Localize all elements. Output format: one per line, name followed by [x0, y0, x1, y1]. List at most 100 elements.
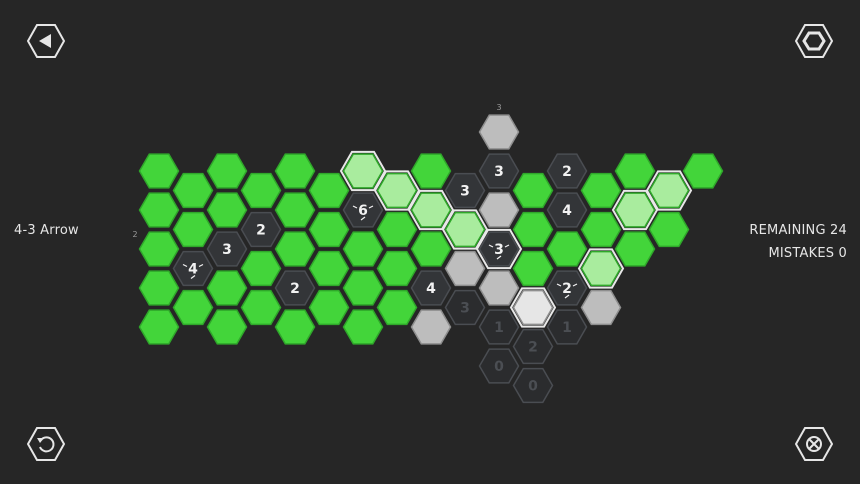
hex-cell-shape	[274, 231, 316, 267]
hex-cell[interactable]: 1	[546, 309, 588, 345]
hex-cell[interactable]: 2	[546, 153, 588, 189]
hex-cell[interactable]	[614, 231, 656, 267]
hex-cell[interactable]	[138, 309, 180, 345]
column-hint: 2	[132, 230, 137, 239]
hex-cell-shape	[172, 172, 214, 209]
hex-cell-number: 4	[426, 281, 436, 297]
hex-cell[interactable]	[580, 289, 622, 326]
hex-cell[interactable]	[410, 231, 452, 267]
hex-cell[interactable]	[172, 172, 214, 209]
hex-cell[interactable]	[376, 211, 418, 248]
hex-cell[interactable]: 3	[444, 289, 486, 326]
hex-cell[interactable]	[645, 170, 693, 211]
hex-cell-shape	[614, 153, 656, 189]
hex-cell[interactable]	[410, 309, 452, 345]
hex-cell[interactable]	[308, 289, 350, 326]
hex-cell-number: 2	[562, 164, 572, 180]
hex-cell-number: 0	[494, 359, 504, 375]
hex-cell[interactable]	[138, 153, 180, 189]
hex-cell[interactable]: 0	[478, 348, 520, 384]
hex-cell-shape	[648, 211, 690, 248]
hex-cell-shape	[274, 153, 316, 189]
hex-cell[interactable]	[342, 231, 384, 267]
hex-cell[interactable]	[577, 248, 625, 289]
hex-cell[interactable]	[206, 192, 248, 228]
hex-cell-number: 2	[528, 340, 538, 356]
hex-cell-shape	[376, 172, 418, 209]
hex-cell[interactable]	[376, 289, 418, 326]
hex-cell[interactable]	[308, 211, 350, 248]
hex-cell[interactable]	[509, 287, 557, 328]
hex-cell-shape	[240, 172, 282, 209]
hex-cell[interactable]: 2	[512, 328, 554, 365]
hex-cell[interactable]	[410, 153, 452, 189]
hex-cell-number: 0	[528, 379, 538, 395]
hex-cell[interactable]	[138, 270, 180, 306]
hex-cell[interactable]	[172, 211, 214, 248]
hex-cell[interactable]	[614, 153, 656, 189]
hex-cell[interactable]	[682, 153, 724, 189]
hex-cell[interactable]: 4	[172, 250, 214, 287]
hex-cell-shape	[410, 231, 452, 267]
hex-cell[interactable]	[308, 250, 350, 287]
hex-cell[interactable]	[444, 250, 486, 287]
hex-cell-shape	[206, 153, 248, 189]
hex-cell-number: 3	[460, 301, 470, 317]
hex-cell[interactable]	[240, 172, 282, 209]
hex-cell[interactable]: 0	[512, 367, 554, 404]
hex-cell[interactable]	[546, 231, 588, 267]
hex-cell-shape	[376, 211, 418, 248]
hex-cell[interactable]: 3	[206, 231, 248, 267]
hex-cell[interactable]	[478, 114, 520, 150]
hex-cell[interactable]	[580, 172, 622, 209]
hex-cell-shape	[444, 250, 486, 287]
hex-cell[interactable]	[648, 211, 690, 248]
hex-cell-shape	[172, 211, 214, 248]
hex-cell[interactable]: 4	[410, 270, 452, 306]
hex-cell[interactable]	[512, 172, 554, 209]
hex-cell[interactable]	[240, 250, 282, 287]
hex-cell[interactable]	[206, 153, 248, 189]
hex-cell[interactable]	[274, 153, 316, 189]
hex-cell[interactable]	[580, 211, 622, 248]
hex-cell[interactable]	[308, 172, 350, 209]
hex-cell-shape	[240, 289, 282, 326]
hex-cell[interactable]	[138, 231, 180, 267]
hex-cell-number: 1	[494, 320, 504, 336]
hex-cell[interactable]	[512, 211, 554, 248]
hex-cell[interactable]	[342, 270, 384, 306]
hex-cell-shape	[206, 270, 248, 306]
hex-cell-shape	[614, 192, 656, 228]
hex-cell[interactable]: 1	[478, 309, 520, 345]
hex-cell[interactable]	[274, 192, 316, 228]
hex-cell[interactable]	[138, 192, 180, 228]
hex-cell-number: 4	[188, 262, 198, 278]
hex-cell[interactable]: 3	[478, 153, 520, 189]
hex-cell-shape	[138, 153, 180, 189]
hex-cell[interactable]	[478, 270, 520, 306]
hex-cell[interactable]	[376, 250, 418, 287]
hex-cell[interactable]: 2	[546, 270, 588, 306]
hex-cell-shape	[172, 289, 214, 326]
hex-cell[interactable]	[206, 309, 248, 345]
hex-cell[interactable]: 4	[546, 192, 588, 228]
hex-cell-shape	[682, 153, 724, 189]
hex-cell-shape	[308, 172, 350, 209]
hex-cell[interactable]	[342, 309, 384, 345]
hex-cell[interactable]	[172, 289, 214, 326]
hex-cell[interactable]: 2	[240, 211, 282, 248]
hex-cell-number: 2	[256, 223, 266, 239]
hex-board[interactable]: 4 3 2 2 6 4 3 3 3 3 1 0 2 0 2 4 2 1 3 2	[0, 0, 860, 484]
hex-cell[interactable]	[274, 231, 316, 267]
hex-cell-shape	[580, 250, 622, 287]
hex-cell-number: 2	[562, 281, 572, 297]
hex-cell[interactable]	[240, 289, 282, 326]
hex-cell[interactable]	[512, 250, 554, 287]
hex-cell[interactable]	[478, 192, 520, 228]
hex-cell[interactable]: 3	[444, 172, 486, 209]
hex-cell[interactable]	[274, 309, 316, 345]
hex-cell[interactable]: 2	[274, 270, 316, 306]
hex-cell[interactable]: 6	[342, 192, 384, 228]
hex-cell[interactable]: 3	[475, 228, 523, 270]
hex-cell[interactable]	[206, 270, 248, 306]
